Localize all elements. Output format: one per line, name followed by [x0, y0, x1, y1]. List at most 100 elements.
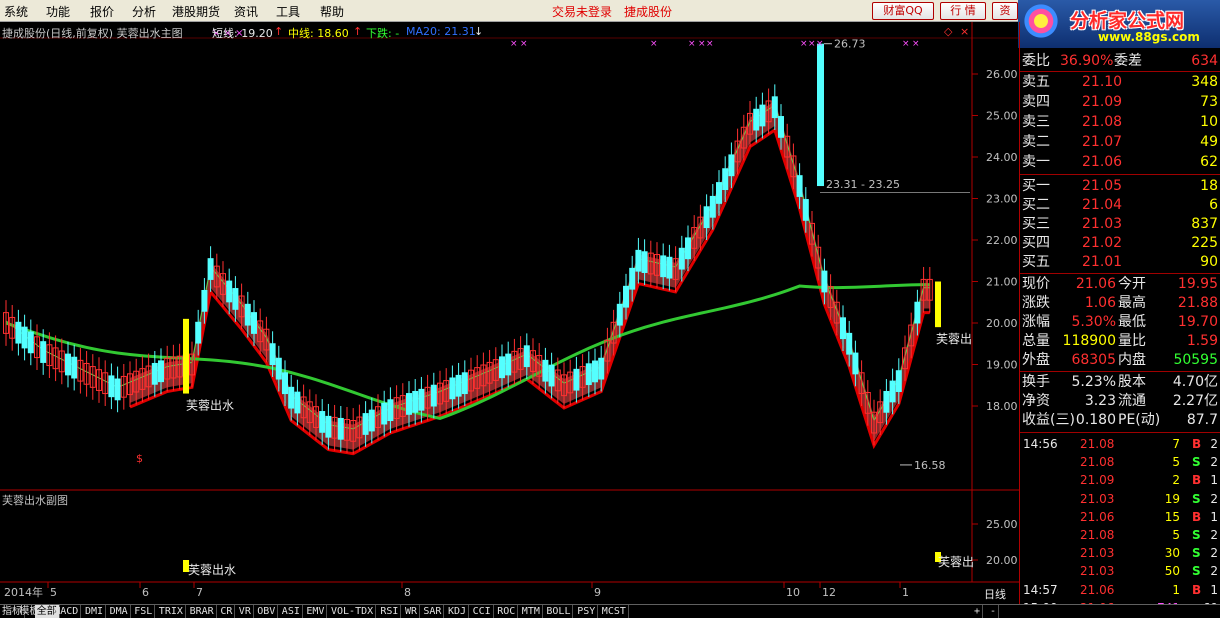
signal-x-mark: × [800, 39, 808, 49]
indicator-tab[interactable]: MCST [600, 605, 629, 618]
ribbon-area [130, 100, 930, 450]
date-label: 5 [50, 586, 57, 599]
candle-body [914, 301, 921, 324]
buy-row[interactable]: 买二 21.04 6 [1020, 196, 1220, 214]
indicator-tab[interactable]: ASI [280, 605, 303, 618]
tick-count: 1 [1210, 509, 1218, 524]
menu-help[interactable]: 帮助 [320, 3, 344, 20]
sell-row[interactable]: 卖三 21.08 10 [1020, 113, 1220, 131]
buy-price: 21.05 [1082, 178, 1123, 194]
candle-body [722, 168, 729, 191]
candle-body [889, 380, 896, 403]
buy-row[interactable]: 买四 21.02 225 [1020, 234, 1220, 252]
zoom-in-button[interactable]: + [972, 605, 984, 618]
zoom-out-button[interactable]: - [988, 605, 1000, 618]
kline-chart-area[interactable]: 26.00 25.00 24.00 23.00 22.00 21.00 20.00 19.00… [0, 22, 1020, 604]
indicator-tab[interactable]: RSI [378, 605, 402, 618]
period-label: 日线 [984, 587, 1006, 601]
tick-direction: S [1192, 491, 1201, 506]
candle-body [114, 378, 121, 401]
tick-count: 2 [1210, 455, 1218, 470]
indicator-tab[interactable]: CR [218, 605, 236, 618]
fund-value: 0.180 [1075, 412, 1116, 428]
menu-analysis[interactable]: 分析 [132, 3, 156, 20]
indicator-tab[interactable]: DMA [108, 605, 131, 618]
signal-x-mark: × [808, 39, 816, 49]
indicator-tab[interactable]: EMV [304, 605, 328, 618]
weibi-row: 委比 36.90% 委差 634 [1020, 52, 1220, 70]
stat-label: 量比 [1118, 333, 1146, 349]
menu-tools[interactable]: 工具 [276, 3, 300, 20]
indicator-tab[interactable]: VOL-TDX [329, 605, 377, 618]
price-tick-label: 20.00 [986, 317, 1018, 330]
candle-body [158, 360, 164, 383]
sell-row[interactable]: 卖一 21.06 62 [1020, 153, 1220, 171]
indicator-tab[interactable]: MTM [520, 605, 543, 618]
candle-body [585, 363, 592, 386]
diamond-icon[interactable]: ◇ [944, 25, 952, 38]
indicator-tab[interactable]: MACD [52, 605, 82, 618]
date-label: 1 [902, 586, 909, 599]
indicator-tab[interactable]: CCI [471, 605, 494, 618]
indicator-tab[interactable]: BRAR [188, 605, 217, 618]
menu-function[interactable]: 功能 [46, 3, 70, 20]
sell-row[interactable]: 卖五 21.10 348 [1020, 73, 1220, 91]
candle-body [337, 417, 344, 440]
indicator-tab[interactable]: TRIX [157, 605, 186, 618]
buy-row[interactable]: 买五 21.01 90 [1020, 253, 1220, 271]
sell-price: 21.09 [1082, 94, 1123, 110]
tick-row: 21.08 5 S 2 [1020, 453, 1220, 471]
indicator-tab[interactable]: FSL [132, 605, 156, 618]
tick-price: 21.06 [1080, 509, 1115, 524]
caifu-qq-button[interactable]: 财富QQ [872, 2, 934, 20]
candle-body [796, 175, 803, 197]
trade-status[interactable]: 交易未登录 [552, 3, 612, 20]
indicator-tab[interactable]: BOLL [544, 605, 574, 618]
price-tick-label: 24.00 [986, 151, 1018, 164]
quote-panel: 委比 36.90% 委差 634 卖五 21.10 348 卖四 21.09 73 卖三 21.08 1… [1020, 48, 1220, 615]
indicator-tab[interactable]: WR [403, 605, 421, 618]
indicator-tab[interactable]: KDJ [446, 605, 470, 618]
indicator-tab[interactable]: DMI [83, 605, 107, 618]
sell-row[interactable]: 卖四 21.09 73 [1020, 93, 1220, 111]
sell-volume: 348 [1191, 74, 1218, 90]
indicator-tab[interactable]: OBV [255, 605, 279, 618]
price-tick-label: 25.00 [986, 110, 1018, 123]
info-button[interactable]: 资 [992, 2, 1018, 20]
candle-body [381, 402, 388, 425]
indicator-tab[interactable]: SAR [421, 605, 445, 618]
menu-system[interactable]: 系统 [4, 3, 28, 20]
sell-row[interactable]: 卖二 21.07 49 [1020, 133, 1220, 151]
fund-value: 4.70亿 [1172, 374, 1218, 390]
date-label: 10 [786, 586, 800, 599]
divider [1020, 71, 1220, 72]
candle-body [362, 413, 369, 435]
buy-row[interactable]: 买一 21.05 18 [1020, 177, 1220, 195]
candle-body [207, 258, 214, 280]
candle-body [27, 331, 34, 354]
stat-value: 19.95 [1177, 276, 1218, 292]
spike-candle [817, 43, 824, 187]
indicator-tab[interactable]: ROC [495, 605, 519, 618]
signal-x-mark: × [912, 39, 920, 49]
menu-quote[interactable]: 报价 [90, 3, 114, 20]
candle-body [616, 303, 623, 326]
fund-label: 收益(三) [1022, 412, 1075, 428]
candle-body [449, 377, 456, 400]
candle-body [728, 154, 735, 177]
tick-row: 21.09 2 B 1 [1020, 471, 1220, 489]
candle-body [40, 341, 47, 363]
close-icon[interactable]: × [960, 25, 969, 38]
market-button[interactable]: 行 情 [940, 2, 986, 20]
fund-value: 5.23% [1071, 374, 1116, 390]
kline-chart[interactable]: 26.00 25.00 24.00 23.00 22.00 21.00 20.00 19.00… [0, 22, 1020, 604]
menu-news[interactable]: 资讯 [234, 3, 258, 20]
menu-hk-futures[interactable]: 港股期货 [172, 3, 220, 20]
buy-row[interactable]: 买三 21.03 837 [1020, 215, 1220, 233]
sell-price: 21.07 [1082, 134, 1123, 150]
indicator-tab[interactable]: VR [237, 605, 254, 618]
broker-name[interactable]: 捷成股份 [624, 3, 672, 20]
indicator-tab[interactable]: PSY [575, 605, 599, 618]
candle-body [430, 384, 437, 407]
signal-x-mark: × [510, 39, 518, 49]
